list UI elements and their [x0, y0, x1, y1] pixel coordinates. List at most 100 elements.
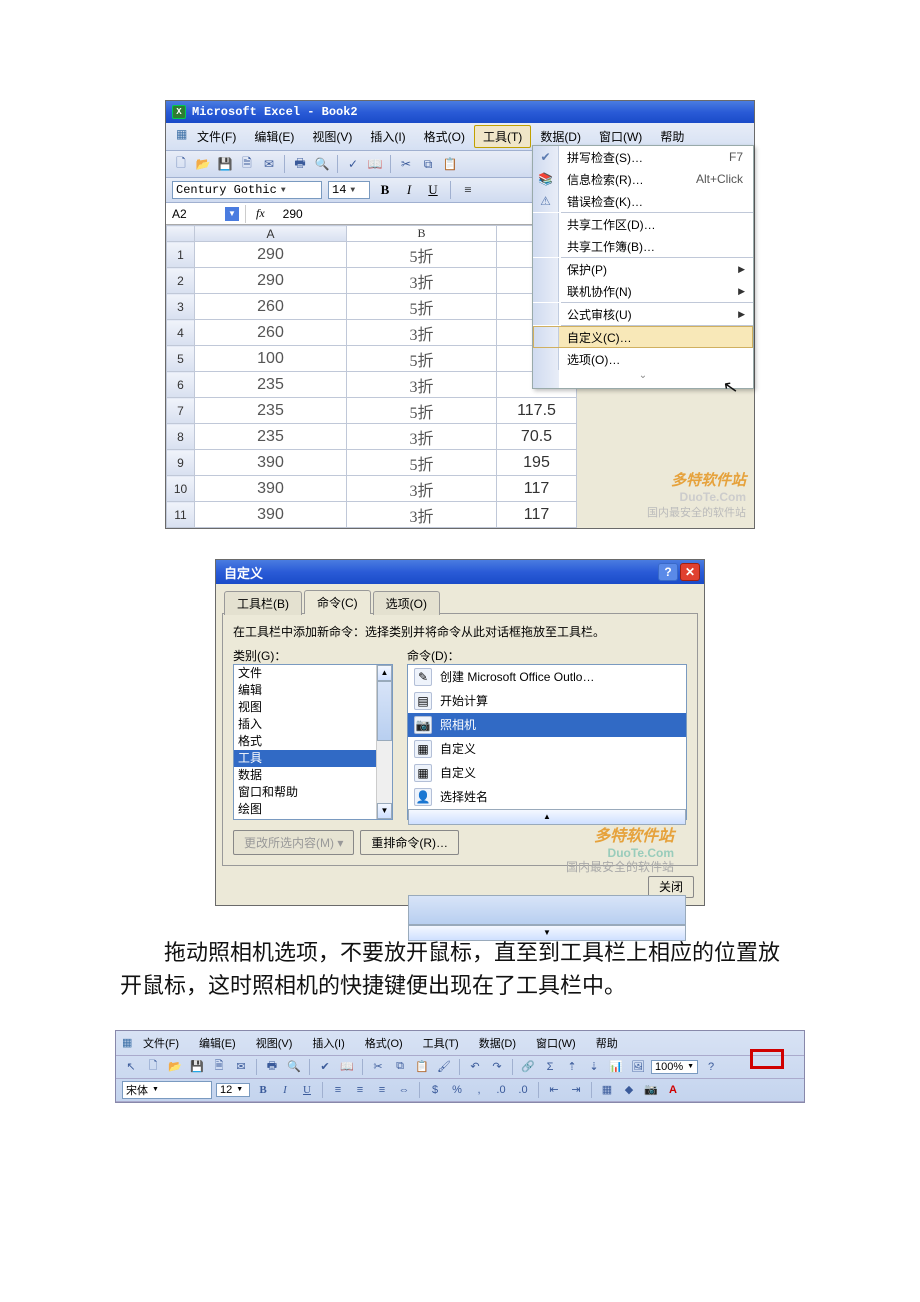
menu-item-online-collab[interactable]: 联机协作(N) ▶ — [533, 280, 753, 302]
list-item[interactable]: 窗口和帮助 — [234, 784, 392, 801]
cell[interactable]: 3折 — [347, 320, 497, 346]
menu-item-research[interactable]: 📚 信息检索(R)… Alt+Click — [533, 168, 753, 190]
sort-desc-icon[interactable]: ⇣ — [585, 1058, 603, 1076]
borders-icon[interactable]: ▦ — [598, 1081, 616, 1099]
cell[interactable]: 5折 — [347, 450, 497, 476]
row-header[interactable]: 9 — [167, 450, 195, 476]
decrease-decimal-icon[interactable]: .0 — [514, 1081, 532, 1099]
menu-expand-chevron[interactable]: ⌄ — [533, 370, 753, 388]
spreadsheet-grid[interactable]: A B 12905折 22903折 32605折 42603折 51005折 6… — [166, 225, 577, 528]
menu-tools[interactable]: 工具(T) — [474, 125, 531, 148]
align-left-icon[interactable]: ≡ — [329, 1081, 347, 1099]
row-header[interactable]: 7 — [167, 398, 195, 424]
cell[interactable]: 117.5 — [497, 398, 577, 424]
menu-data[interactable]: 数据(D) — [471, 1033, 524, 1053]
italic-button[interactable]: I — [276, 1081, 294, 1099]
copy-icon[interactable]: ⧉ — [391, 1058, 409, 1076]
bold-button[interactable]: B — [254, 1081, 272, 1099]
list-item[interactable]: 视图 — [234, 699, 392, 716]
underline-button[interactable]: U — [298, 1081, 316, 1099]
cell[interactable]: 5折 — [347, 346, 497, 372]
menu-format[interactable]: 格式(O) — [357, 1033, 411, 1053]
menu-help[interactable]: 帮助 — [588, 1033, 626, 1053]
row-header[interactable]: 11 — [167, 502, 195, 528]
fx-icon[interactable]: fx — [246, 204, 275, 223]
select-all-corner[interactable] — [167, 226, 195, 242]
cell[interactable]: 5折 — [347, 294, 497, 320]
cell[interactable]: 390 — [195, 476, 347, 502]
list-item[interactable]: 文件 — [234, 665, 392, 682]
menu-view[interactable]: 视图(V) — [248, 1033, 301, 1053]
format-painter-icon[interactable]: 🖌 — [435, 1058, 453, 1076]
cell[interactable]: 235 — [195, 372, 347, 398]
row-header[interactable]: 3 — [167, 294, 195, 320]
cell[interactable]: 195 — [497, 450, 577, 476]
open-icon[interactable]: 📂 — [166, 1058, 184, 1076]
tab-commands[interactable]: 命令(C) — [304, 590, 371, 614]
cell[interactable]: 117 — [497, 502, 577, 528]
cell[interactable]: 3折 — [347, 268, 497, 294]
undo-icon[interactable]: ↶ — [466, 1058, 484, 1076]
menu-view[interactable]: 视图(V) — [303, 125, 361, 148]
increase-decimal-icon[interactable]: .0 — [492, 1081, 510, 1099]
menu-format[interactable]: 格式(O) — [415, 125, 474, 148]
col-header-a[interactable]: A — [195, 226, 347, 242]
cell[interactable]: 235 — [195, 398, 347, 424]
close-button[interactable]: ✕ — [680, 563, 700, 581]
help-button[interactable]: ? — [658, 563, 678, 581]
command-item[interactable]: ✎创建 Microsoft Office Outlo… — [408, 665, 686, 689]
cell[interactable]: 290 — [195, 242, 347, 268]
new-icon[interactable]: 🗋 — [144, 1058, 162, 1076]
menu-item-customize[interactable]: 自定义(C)… — [533, 326, 753, 348]
research-icon[interactable]: 📖 — [338, 1058, 356, 1076]
align-center-icon[interactable]: ≡ — [351, 1081, 369, 1099]
drawing-icon[interactable]: 🖼 — [629, 1058, 647, 1076]
menu-tools[interactable]: 工具(T) — [415, 1033, 467, 1053]
save-icon[interactable]: 💾 — [188, 1058, 206, 1076]
commands-listbox[interactable]: ✎创建 Microsoft Office Outlo… ▤开始计算 📷照相机 ▦… — [407, 664, 687, 820]
help-icon[interactable]: ? — [702, 1058, 720, 1076]
tab-toolbars[interactable]: 工具栏(B) — [224, 591, 302, 615]
percent-icon[interactable]: % — [448, 1081, 466, 1099]
hyperlink-icon[interactable]: 🔗 — [519, 1058, 537, 1076]
col-header-b[interactable]: B — [347, 226, 497, 242]
scroll-down-icon[interactable]: ▼ — [408, 925, 686, 941]
cell[interactable]: 3折 — [347, 476, 497, 502]
save-icon[interactable]: 💾 — [216, 155, 234, 173]
font-combo[interactable]: Century Gothic ▼ — [172, 181, 322, 199]
scroll-thumb[interactable] — [377, 681, 392, 741]
preview-icon[interactable]: 🔍 — [285, 1058, 303, 1076]
spell-icon[interactable]: ✓ — [344, 155, 362, 173]
cell[interactable]: 3折 — [347, 424, 497, 450]
paste-icon[interactable]: 📋 — [413, 1058, 431, 1076]
cell[interactable]: 390 — [195, 450, 347, 476]
cut-icon[interactable]: ✂ — [369, 1058, 387, 1076]
row-header[interactable]: 4 — [167, 320, 195, 346]
cell[interactable]: 235 — [195, 424, 347, 450]
command-item[interactable]: ▦自定义 — [408, 761, 686, 785]
list-item[interactable]: 工具 — [234, 750, 392, 767]
row-header[interactable]: 6 — [167, 372, 195, 398]
scroll-thumb[interactable] — [408, 895, 686, 925]
chart-icon[interactable]: 📊 — [607, 1058, 625, 1076]
menu-item-errorcheck[interactable]: ⚠ 错误检查(K)… — [533, 190, 753, 212]
autosum-icon[interactable]: Σ — [541, 1058, 559, 1076]
list-item[interactable]: 格式 — [234, 733, 392, 750]
preview-icon[interactable]: 🔍 — [313, 155, 331, 173]
redo-icon[interactable]: ↷ — [488, 1058, 506, 1076]
underline-button[interactable]: U — [424, 181, 442, 199]
menu-insert[interactable]: 插入(I) — [361, 125, 414, 148]
row-header[interactable]: 2 — [167, 268, 195, 294]
cell[interactable]: 117 — [497, 476, 577, 502]
list-item[interactable]: 自选图形 — [234, 818, 392, 820]
spell-icon[interactable]: ✔ — [316, 1058, 334, 1076]
cell[interactable]: 3折 — [347, 502, 497, 528]
merge-center-icon[interactable]: ⇔ — [395, 1081, 413, 1099]
cell[interactable]: 3折 — [347, 372, 497, 398]
cell[interactable]: 260 — [195, 294, 347, 320]
categories-listbox[interactable]: 文件 编辑 视图 插入 格式 工具 数据 窗口和帮助 绘图 自选图形 制作图表 … — [233, 664, 393, 820]
print-icon[interactable]: 🖶 — [263, 1058, 281, 1076]
scroll-down-icon[interactable]: ▼ — [377, 803, 392, 819]
zoom-combo[interactable]: 100%▼ — [651, 1060, 698, 1074]
menu-item-shared-workspace[interactable]: 共享工作区(D)… — [533, 213, 753, 235]
